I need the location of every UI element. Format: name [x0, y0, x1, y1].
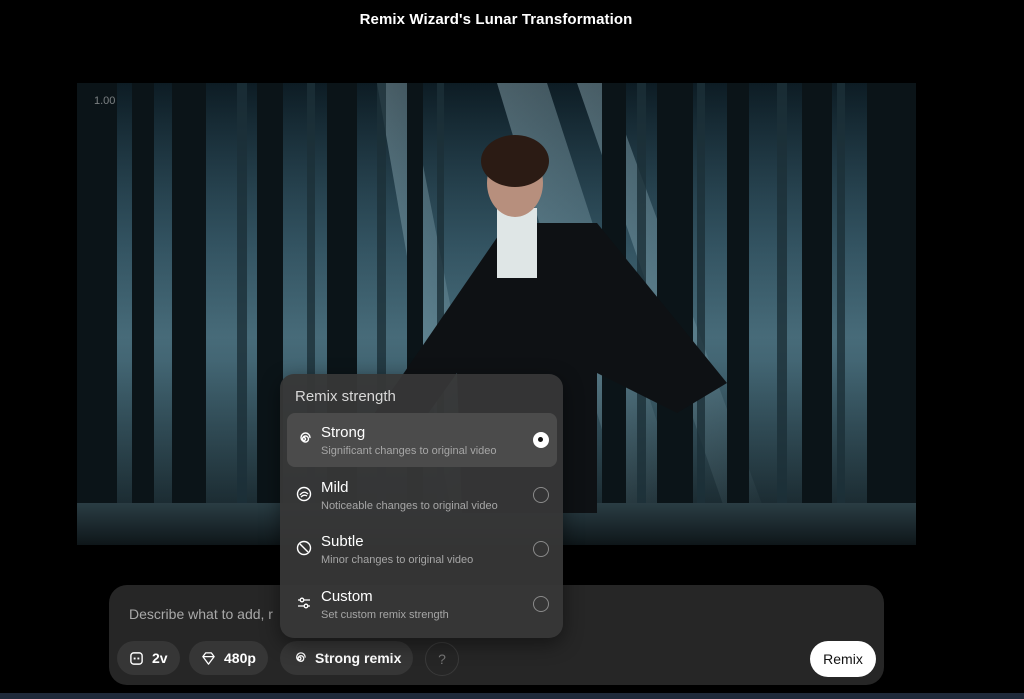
- option-strong[interactable]: Strong Significant changes to original v…: [287, 413, 557, 467]
- remix-button[interactable]: Remix: [810, 641, 876, 677]
- prompt-input[interactable]: Describe what to add, r: [129, 606, 273, 622]
- sliders-icon: [298, 597, 310, 609]
- spiral-icon: [296, 651, 306, 662]
- resolution-button[interactable]: 480p: [189, 641, 268, 675]
- timecode-label: 1.00: [94, 95, 116, 107]
- variations-icon: [130, 651, 143, 665]
- option-label: Strong: [321, 424, 366, 441]
- diamond-icon: [202, 651, 215, 665]
- option-description: Minor changes to original video: [321, 554, 474, 566]
- taskbar-strip: [0, 693, 1024, 699]
- swirl-icon: [296, 486, 312, 502]
- option-description: Set custom remix strength: [321, 609, 449, 621]
- variations-button[interactable]: 2v: [117, 641, 180, 675]
- help-button[interactable]: ?: [425, 642, 459, 676]
- radio-selected[interactable]: [533, 432, 549, 448]
- option-description: Significant changes to original video: [321, 445, 497, 457]
- option-custom[interactable]: Custom Set custom remix strength: [287, 577, 557, 631]
- radio-unselected[interactable]: [533, 596, 549, 612]
- menu-title: Remix strength: [295, 388, 396, 405]
- slash-circle-icon: [296, 540, 312, 556]
- strength-button[interactable]: Strong remix: [280, 641, 414, 675]
- option-label: Custom: [321, 588, 373, 605]
- variations-label: 2v: [152, 650, 168, 666]
- remix-strength-menu: Remix strength Strong Significant change…: [280, 374, 563, 638]
- page-title: Remix Wizard's Lunar Transformation: [359, 11, 633, 28]
- option-subtle[interactable]: Subtle Minor changes to original video: [287, 522, 557, 576]
- option-label: Mild: [321, 479, 349, 496]
- option-description: Noticeable changes to original video: [321, 500, 498, 512]
- option-mild[interactable]: Mild Noticeable changes to original vide…: [287, 468, 557, 522]
- radio-unselected[interactable]: [533, 487, 549, 503]
- radio-unselected[interactable]: [533, 541, 549, 557]
- option-label: Subtle: [321, 533, 364, 550]
- strength-label: Strong remix: [315, 650, 402, 666]
- spiral-icon: [300, 432, 311, 443]
- resolution-label: 480p: [224, 650, 256, 666]
